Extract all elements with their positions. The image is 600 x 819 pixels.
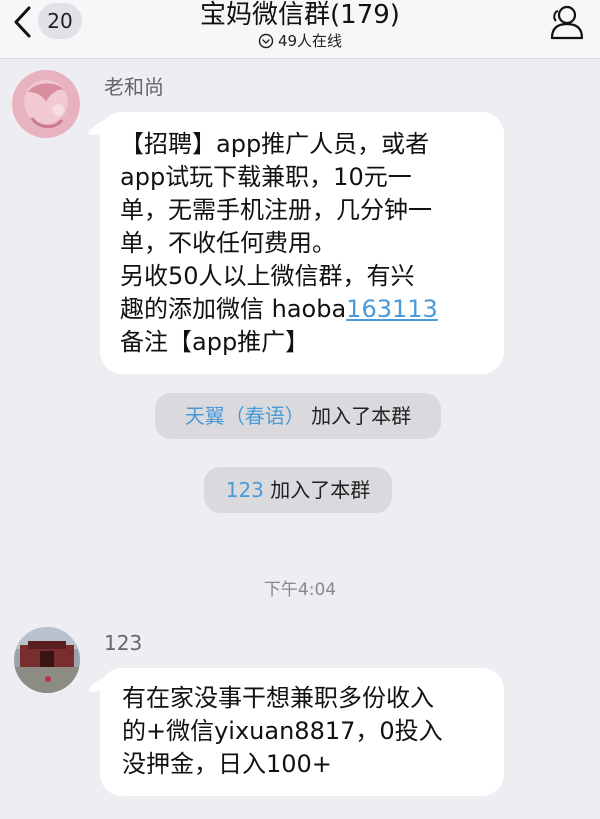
avatar[interactable] xyxy=(12,70,80,138)
avatar-image xyxy=(14,627,80,693)
sender-name: 老和尚 xyxy=(104,75,164,99)
online-count: 49人在线 xyxy=(277,32,343,50)
group-profile-icon[interactable] xyxy=(544,3,586,41)
avatar-image xyxy=(12,70,80,138)
avatar[interactable] xyxy=(14,627,80,693)
member-name[interactable]: 123 xyxy=(226,478,264,502)
chat-header: 20 宝妈微信群(179) 49人在线 xyxy=(0,0,600,59)
message-bubble[interactable]: 【招聘】app推广人员，或者 app试玩下载兼职，10元一 单，无需手机注册，几… xyxy=(100,112,504,374)
system-notice: 123 加入了本群 xyxy=(204,467,392,513)
online-status[interactable]: 49人在线 xyxy=(0,31,600,51)
join-text: 加入了本群 xyxy=(304,404,412,428)
group-title[interactable]: 宝妈微信群(179) xyxy=(0,0,600,32)
message-text-tail: 备注【app推广】 xyxy=(120,328,310,356)
sender-name: 123 xyxy=(104,631,143,655)
join-text: 加入了本群 xyxy=(263,478,371,502)
system-notice: 天翼（春语） 加入了本群 xyxy=(155,393,441,439)
message-bubble[interactable]: 有在家没事干想兼职多份收入 的+微信yixuan8817，0投入 没押金，日入1… xyxy=(100,668,504,796)
phone-link[interactable]: 163113 xyxy=(346,295,438,323)
timestamp: 下午4:04 xyxy=(263,580,337,600)
online-clock-icon xyxy=(258,33,274,49)
member-name[interactable]: 天翼（春语） xyxy=(185,404,305,428)
